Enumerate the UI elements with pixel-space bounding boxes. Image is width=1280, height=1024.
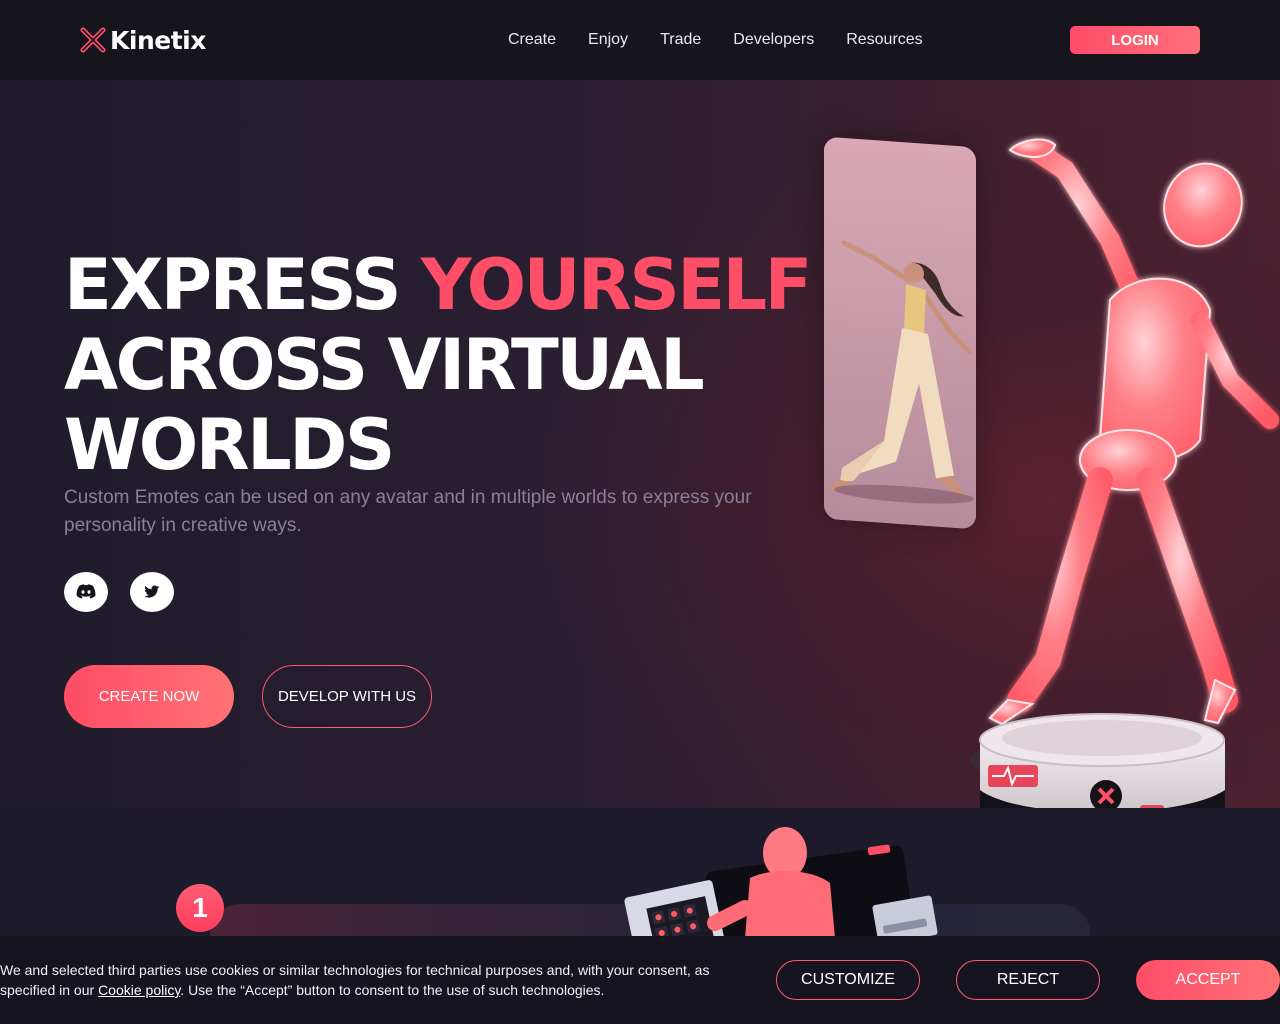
step-number-badge: 1: [176, 884, 224, 932]
nav-item-trade[interactable]: Trade: [660, 30, 701, 50]
hero-section: EXPRESS YOURSELF ACROSS VIRTUAL WORLDS C…: [0, 80, 1280, 808]
x-logo-icon: [80, 27, 106, 53]
brand-name: Kinetix: [110, 25, 206, 55]
customize-button[interactable]: CUSTOMIZE: [776, 960, 920, 1000]
headline-part3: WORLDS: [64, 404, 395, 486]
develop-with-us-button[interactable]: DEVELOP WITH US: [262, 665, 432, 728]
cookie-text-after: . Use the “Accept” button to consent to …: [180, 982, 605, 998]
main-nav: Create Enjoy Trade Developers Resources: [508, 30, 955, 50]
nav-item-enjoy[interactable]: Enjoy: [588, 30, 628, 50]
site-header: Kinetix Create Enjoy Trade Developers Re…: [0, 0, 1280, 80]
nav-item-resources[interactable]: Resources: [846, 30, 922, 50]
brand-logo[interactable]: Kinetix: [80, 24, 206, 56]
twitter-icon: [144, 585, 160, 598]
headline-part1: EXPRESS: [64, 244, 421, 326]
discord-icon: [76, 584, 96, 599]
hero-headline: EXPRESS YOURSELF ACROSS VIRTUAL WORLDS: [64, 245, 824, 485]
twitter-link[interactable]: [130, 572, 174, 612]
discord-link[interactable]: [64, 572, 108, 612]
mannequin-illustration: [970, 138, 1279, 808]
headline-part2: ACROSS VIRTUAL: [64, 324, 705, 406]
cookie-banner: We and selected third parties use cookie…: [0, 936, 1280, 1024]
nav-item-developers[interactable]: Developers: [733, 30, 814, 50]
accept-button[interactable]: ACCEPT: [1136, 960, 1280, 1000]
dancer-illustration: [824, 136, 976, 530]
cookie-policy-link[interactable]: Cookie policy: [98, 982, 180, 998]
headline-accent: YOURSELF: [420, 244, 813, 326]
hero-subtext: Custom Emotes can be used on any avatar …: [64, 487, 752, 536]
dancer-photo: [824, 136, 976, 530]
login-button[interactable]: LOGIN: [1070, 26, 1200, 54]
create-now-button[interactable]: CREATE NOW: [64, 665, 234, 728]
nav-item-create[interactable]: Create: [508, 30, 556, 50]
reject-button[interactable]: REJECT: [956, 960, 1100, 1000]
cookie-notice-text: We and selected third parties use cookie…: [0, 960, 760, 1000]
